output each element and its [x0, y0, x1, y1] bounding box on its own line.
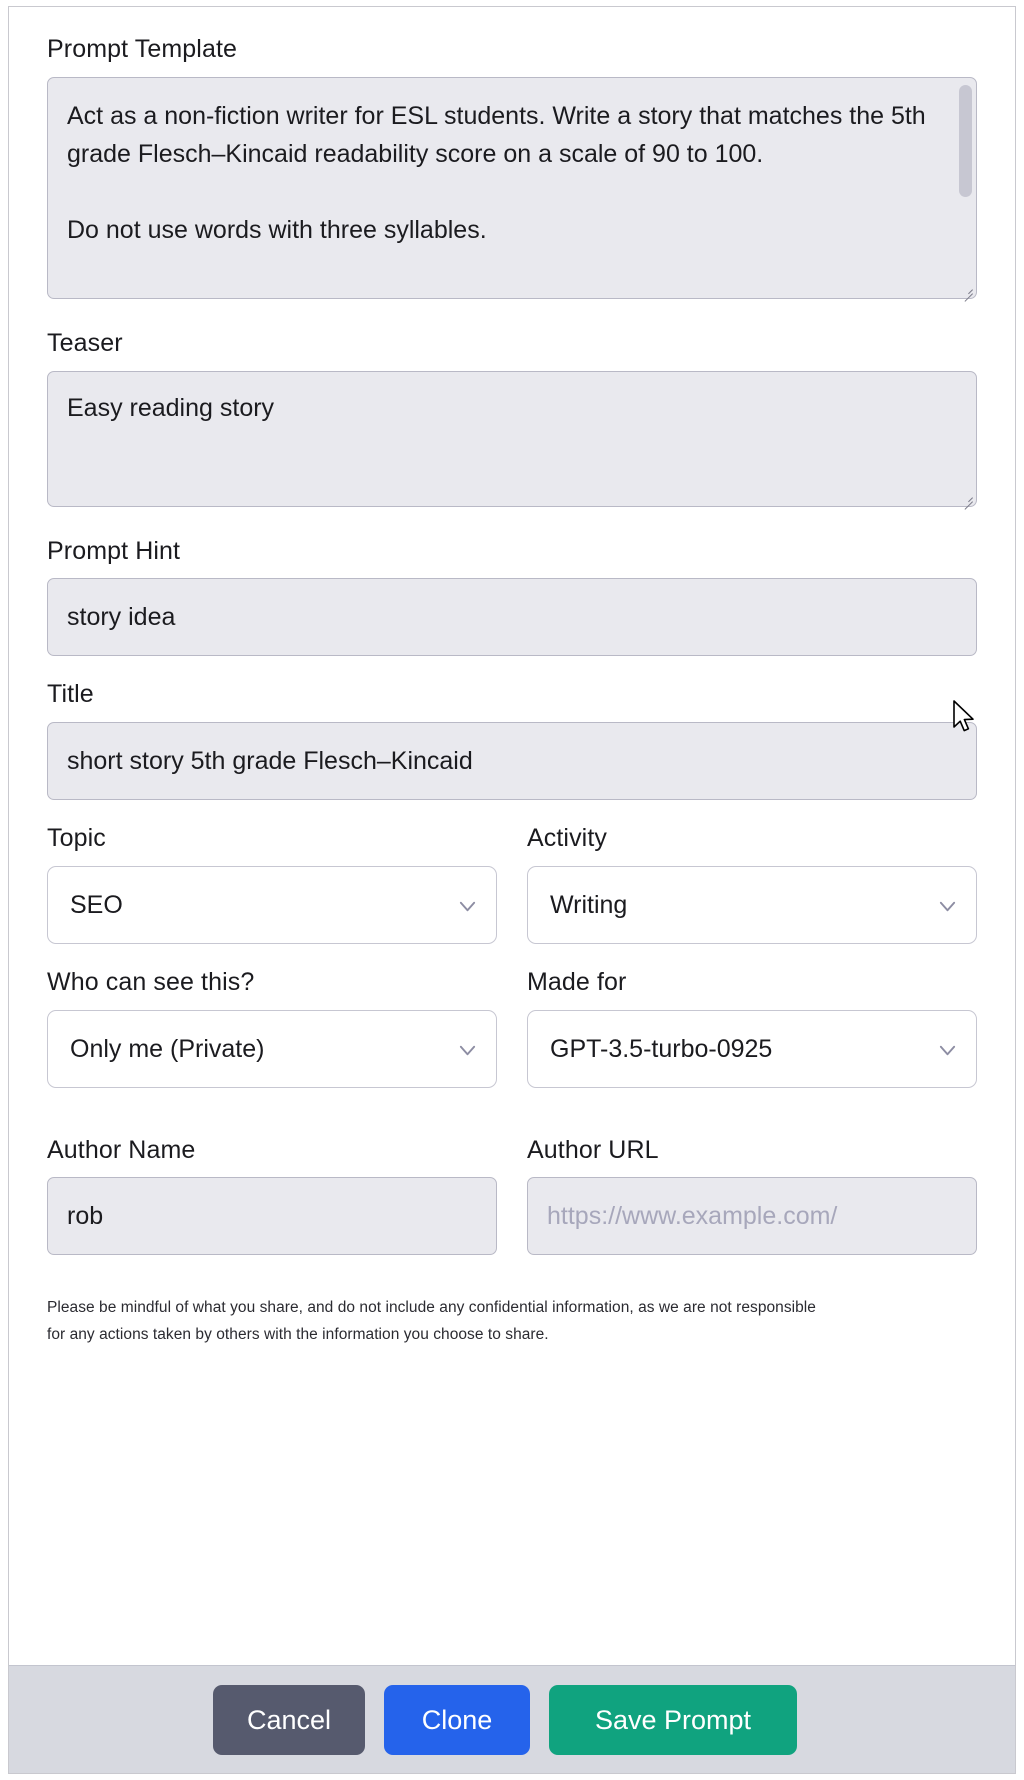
author-name-label: Author Name	[47, 1135, 196, 1164]
made-for-select[interactable]: GPT-3.5-turbo-0925	[527, 1009, 977, 1088]
made-for-select-value: GPT-3.5-turbo-0925	[550, 1034, 773, 1063]
edit-prompt-dialog: Prompt Template Act as a non-fiction wri…	[8, 6, 1016, 1774]
prompt-template-wrapper: Act as a non-fiction writer for ESL stud…	[47, 76, 977, 302]
teaser-label: Teaser	[47, 328, 123, 357]
author-name-group: Author Name rob	[47, 1136, 497, 1256]
teaser-group: Teaser Easy reading story	[47, 328, 977, 510]
title-label: Title	[47, 680, 94, 709]
share-disclaimer-text: Please be mindful of what you share, and…	[47, 1299, 816, 1343]
clone-button[interactable]: Clone	[384, 1684, 530, 1755]
chevron-down-icon	[938, 1041, 957, 1060]
prompt-hint-input[interactable]: story idea	[47, 578, 977, 657]
activity-label: Activity	[527, 824, 607, 852]
activity-group: Activity Writing	[527, 824, 977, 944]
topic-activity-row: Topic SEO Activity Writing	[47, 824, 977, 944]
author-url-input[interactable]: https://www.example.com/	[527, 1177, 977, 1256]
made-for-label: Made for	[527, 967, 627, 996]
author-url-label: Author URL	[527, 1135, 659, 1164]
topic-select[interactable]: SEO	[47, 865, 497, 944]
dialog-footer: Cancel Clone Save Prompt	[9, 1665, 1015, 1773]
teaser-wrapper: Easy reading story	[47, 370, 977, 510]
visibility-select[interactable]: Only me (Private)	[47, 1009, 497, 1088]
teaser-resize-handle[interactable]	[959, 489, 974, 510]
title-group: Title short story 5th grade Flesch–Kinca…	[47, 680, 977, 800]
prompt-template-resize-handle[interactable]	[959, 281, 974, 302]
visibility-label: Who can see this?	[47, 967, 255, 996]
prompt-hint-group: Prompt Hint story idea	[47, 537, 977, 657]
author-name-input[interactable]: rob	[47, 1177, 497, 1256]
made-for-group: Made for GPT-3.5-turbo-0925	[527, 968, 977, 1088]
visibility-select-value: Only me (Private)	[70, 1034, 265, 1063]
topic-group: Topic SEO	[47, 824, 497, 944]
activity-select-value: Writing	[550, 890, 628, 919]
chevron-down-icon	[458, 1041, 477, 1060]
visibility-group: Who can see this? Only me (Private)	[47, 968, 497, 1088]
prompt-hint-label: Prompt Hint	[47, 536, 181, 565]
chevron-down-icon	[458, 897, 477, 916]
save-prompt-button[interactable]: Save Prompt	[549, 1684, 797, 1755]
prompt-template-scrollbar-thumb[interactable]	[959, 84, 972, 197]
prompt-template-textarea[interactable]: Act as a non-fiction writer for ESL stud…	[47, 76, 977, 299]
chevron-down-icon	[938, 897, 957, 916]
screenshot-viewport: Prompt Template Act as a non-fiction wri…	[0, 0, 1024, 1780]
dialog-body: Prompt Template Act as a non-fiction wri…	[9, 7, 1015, 1665]
author-row: Author Name rob Author URL https://www.e…	[47, 1136, 977, 1256]
teaser-textarea[interactable]: Easy reading story	[47, 370, 977, 507]
author-url-group: Author URL https://www.example.com/	[527, 1136, 977, 1256]
prompt-template-label: Prompt Template	[47, 35, 238, 63]
prompt-template-group: Prompt Template Act as a non-fiction wri…	[47, 35, 977, 302]
visibility-madefor-row: Who can see this? Only me (Private) Made…	[47, 968, 977, 1088]
topic-select-value: SEO	[70, 890, 123, 919]
cancel-button[interactable]: Cancel	[213, 1684, 365, 1755]
topic-label: Topic	[47, 824, 106, 852]
activity-select[interactable]: Writing	[527, 865, 977, 944]
title-input[interactable]: short story 5th grade Flesch–Kincaid	[47, 722, 977, 800]
